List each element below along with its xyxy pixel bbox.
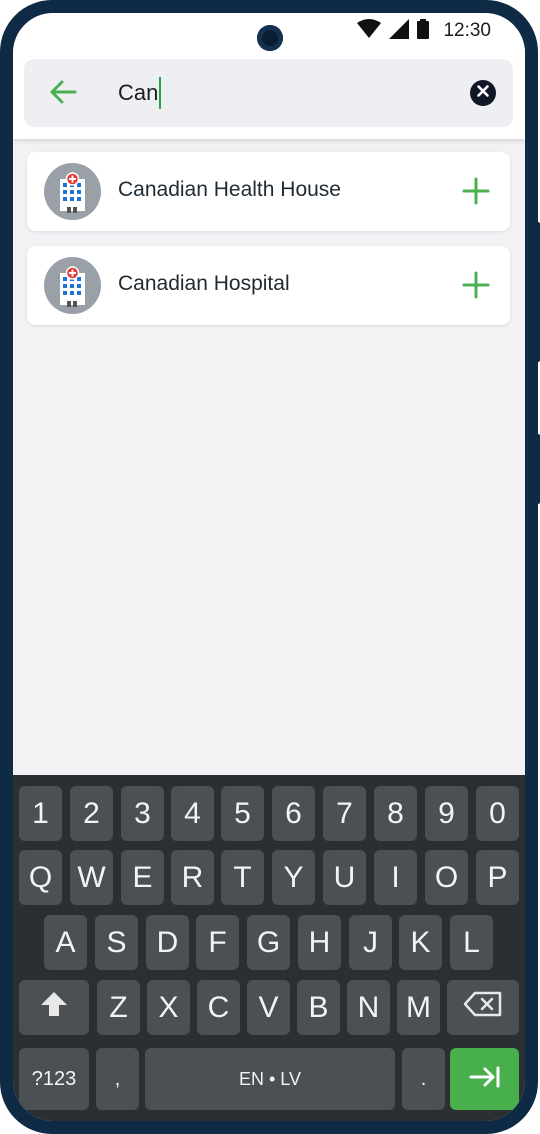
key-j[interactable]: J [349, 915, 392, 970]
key-c[interactable]: C [197, 980, 240, 1035]
backspace-icon [463, 991, 503, 1025]
key-x[interactable]: X [147, 980, 190, 1035]
enter-key[interactable] [450, 1048, 519, 1110]
status-icons: 12:30 [357, 18, 491, 44]
text-cursor [159, 77, 162, 109]
key-i[interactable]: I [374, 850, 417, 905]
key-e[interactable]: E [121, 850, 164, 905]
plus-icon [462, 177, 490, 209]
screen: 12:30 Can Canadian Health House Canadian… [13, 13, 525, 1121]
tab-next-icon [469, 1062, 501, 1096]
key-b[interactable]: B [297, 980, 340, 1035]
clock: 12:30 [443, 20, 491, 41]
key-d[interactable]: D [146, 915, 189, 970]
on-screen-keyboard: 1 2 3 4 5 6 7 8 9 0 Q W E R T Y U I O P … [13, 775, 525, 1121]
key-3[interactable]: 3 [121, 786, 164, 841]
key-9[interactable]: 9 [425, 786, 468, 841]
key-k[interactable]: K [399, 915, 442, 970]
result-item[interactable]: Canadian Health House [27, 152, 510, 231]
close-circle-icon [477, 84, 489, 102]
key-o[interactable]: O [425, 850, 468, 905]
key-2[interactable]: 2 [70, 786, 113, 841]
key-f[interactable]: F [196, 915, 239, 970]
wifi-icon [357, 18, 382, 44]
power-button [536, 434, 540, 504]
space-bar[interactable]: EN • LV [145, 1048, 395, 1110]
status-bar: 12:30 [13, 13, 525, 57]
key-p[interactable]: P [476, 850, 519, 905]
shift-arrow-icon [40, 991, 68, 1025]
phone-frame: 12:30 Can Canadian Health House Canadian… [0, 0, 540, 1134]
key-t[interactable]: T [221, 850, 264, 905]
result-item[interactable]: Canadian Hospital [27, 246, 510, 325]
key-s[interactable]: S [95, 915, 138, 970]
clear-search-button[interactable] [470, 80, 496, 106]
key-8[interactable]: 8 [374, 786, 417, 841]
hospital-icon [44, 257, 101, 314]
result-name: Canadian Hospital [118, 272, 290, 295]
result-name: Canadian Health House [118, 178, 341, 201]
hospital-icon [44, 163, 101, 220]
key-z[interactable]: Z [97, 980, 140, 1035]
search-query: Can [118, 80, 159, 105]
key-l[interactable]: L [450, 915, 493, 970]
front-camera [257, 25, 283, 51]
key-y[interactable]: Y [272, 850, 315, 905]
key-h[interactable]: H [298, 915, 341, 970]
add-button[interactable] [462, 271, 490, 299]
signal-icon [389, 18, 410, 44]
key-0[interactable]: 0 [476, 786, 519, 841]
comma-key[interactable]: , [96, 1048, 139, 1110]
symbols-key[interactable]: ?123 [19, 1048, 89, 1110]
search-bar: Can [24, 59, 513, 127]
key-u[interactable]: U [323, 850, 366, 905]
key-4[interactable]: 4 [171, 786, 214, 841]
search-input[interactable]: Can [118, 75, 162, 111]
key-g[interactable]: G [247, 915, 290, 970]
key-6[interactable]: 6 [272, 786, 315, 841]
back-button[interactable] [46, 77, 80, 111]
battery-icon [417, 18, 430, 44]
key-w[interactable]: W [70, 850, 113, 905]
add-button[interactable] [462, 177, 490, 205]
arrow-left-icon [49, 80, 77, 109]
key-r[interactable]: R [171, 850, 214, 905]
plus-icon [462, 271, 490, 303]
search-results: Canadian Health House Canadian Hospital [27, 152, 511, 340]
key-n[interactable]: N [347, 980, 390, 1035]
key-a[interactable]: A [44, 915, 87, 970]
key-v[interactable]: V [247, 980, 290, 1035]
key-q[interactable]: Q [19, 850, 62, 905]
key-m[interactable]: M [397, 980, 440, 1035]
key-7[interactable]: 7 [323, 786, 366, 841]
key-5[interactable]: 5 [221, 786, 264, 841]
search-header: Can [13, 57, 525, 139]
volume-button [536, 222, 540, 362]
backspace-key[interactable] [447, 980, 519, 1035]
period-key[interactable]: . [402, 1048, 445, 1110]
key-1[interactable]: 1 [19, 786, 62, 841]
shift-key[interactable] [19, 980, 89, 1035]
